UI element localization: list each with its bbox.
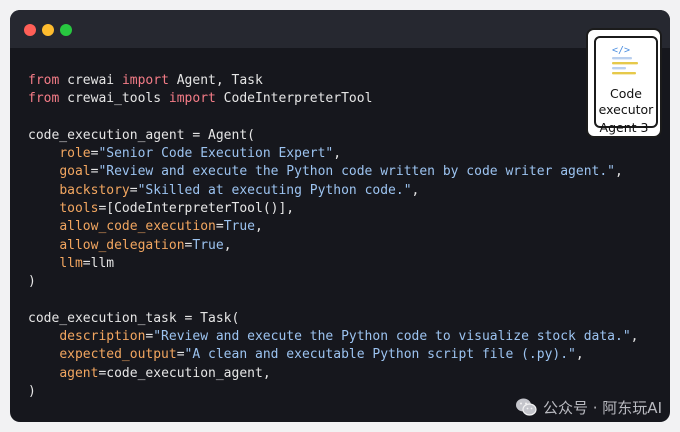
code-line: expected_output="A clean and executable … — [28, 346, 639, 364]
code-line: allow_delegation=True, — [28, 237, 639, 255]
code-token-plain: = — [129, 182, 138, 198]
code-token-attr: goal — [59, 164, 91, 180]
code-token-plain: ) — [28, 384, 36, 400]
code-line: goal="Review and execute the Python code… — [28, 163, 639, 181]
code-line: llm=llm — [28, 255, 639, 273]
badge-title: Code executor — [596, 86, 656, 118]
code-token-plain: , — [411, 182, 420, 198]
code-token-attr: allow_code_execution — [59, 219, 216, 235]
badge-footer: Agent 3 — [599, 120, 649, 135]
code-token-plain: , — [630, 329, 639, 345]
code-token-attr: backstory — [59, 182, 130, 198]
code-token-plain: = — [176, 347, 185, 363]
code-line: from crewai_tools import CodeInterpreter… — [28, 90, 639, 108]
code-line: backstory="Skilled at executing Python c… — [28, 182, 639, 200]
code-line: agent=code_execution_agent, — [28, 365, 639, 383]
code-token-str: "Review and execute the Python code to v… — [153, 329, 631, 345]
code-token-kw: from — [28, 73, 60, 88]
badge-title-line2: executor — [598, 102, 654, 117]
code-line: from crewai import Agent, Task — [28, 72, 639, 90]
badge-title-line1: Code — [609, 86, 642, 101]
code-token-plain: =code_execution_agent, — [98, 365, 271, 381]
code-token-plain: ) — [28, 274, 36, 290]
code-token-plain: , — [255, 219, 263, 235]
code-token-str: True — [223, 219, 255, 235]
code-token-plain: , — [615, 164, 623, 180]
close-button[interactable] — [24, 24, 36, 36]
agent-card: </> Code executor — [594, 36, 658, 128]
code-token-plain: code_execution_agent = Agent( — [28, 127, 255, 143]
code-token-plain: , — [575, 347, 584, 363]
code-token-attr: description — [59, 329, 146, 345]
code-token-kw: import — [121, 73, 169, 88]
watermark: 公众号 · 阿东玩AI — [515, 396, 662, 418]
code-token-plain: Agent, Task — [168, 73, 263, 88]
code-token-plain: = — [215, 219, 224, 235]
code-line: code_execution_task = Task( — [28, 310, 639, 328]
code-token-plain: =llm — [82, 255, 115, 271]
wechat-icon — [516, 398, 537, 416]
code-token-attr: llm — [59, 255, 83, 271]
code-line: role="Senior Code Execution Expert", — [28, 145, 639, 163]
code-token-attr: role — [59, 146, 91, 162]
code-token-kw: import — [168, 91, 216, 107]
code-token-plain: crewai_tools — [59, 91, 169, 107]
code-line: tools=[CodeInterpreterTool()], — [28, 200, 639, 218]
code-token-str: "Skilled at executing Python code." — [137, 182, 412, 198]
code-token-str: "A clean and executable Python script fi… — [184, 347, 576, 363]
code-token-str: "Review and execute the Python code writ… — [98, 164, 616, 180]
watermark-text: 公众号 · 阿东玩AI — [543, 398, 662, 417]
code-document-icon: </> — [612, 45, 638, 75]
code-token-str: True — [192, 237, 224, 253]
svg-text:</>: </> — [612, 45, 630, 56]
agent-badge: </> Code executor Agent 3 — [586, 28, 662, 138]
code-line: description="Review and execute the Pyth… — [28, 328, 639, 346]
code-token-kw: from — [28, 91, 60, 107]
code-token-attr: tools — [59, 201, 99, 217]
code-token-plain: crewai — [59, 73, 122, 88]
code-line: code_execution_agent = Agent( — [28, 127, 639, 145]
maximize-button[interactable] — [60, 24, 72, 36]
code-token-plain: , — [223, 237, 232, 253]
code-token-attr: agent — [59, 365, 99, 381]
code-line: ) — [28, 273, 639, 291]
code-token-plain: =[CodeInterpreterTool()], — [98, 201, 295, 217]
code-token-str: "Senior Code Execution Expert" — [98, 146, 334, 162]
code-token-plain: CodeInterpreterTool — [215, 91, 373, 107]
code-line: allow_code_execution=True, — [28, 218, 639, 236]
minimize-button[interactable] — [42, 24, 54, 36]
code-token-attr: allow_delegation — [59, 237, 185, 253]
code-window: from crewai import Agent, Task from crewa… — [10, 10, 670, 422]
window-titlebar — [10, 10, 670, 48]
code-token-plain: code_execution_task = Task( — [28, 310, 240, 326]
code-block: from crewai import Agent, Task from crewa… — [28, 72, 639, 401]
code-token-attr: expected_output — [59, 347, 177, 363]
code-token-plain: , — [333, 146, 342, 162]
